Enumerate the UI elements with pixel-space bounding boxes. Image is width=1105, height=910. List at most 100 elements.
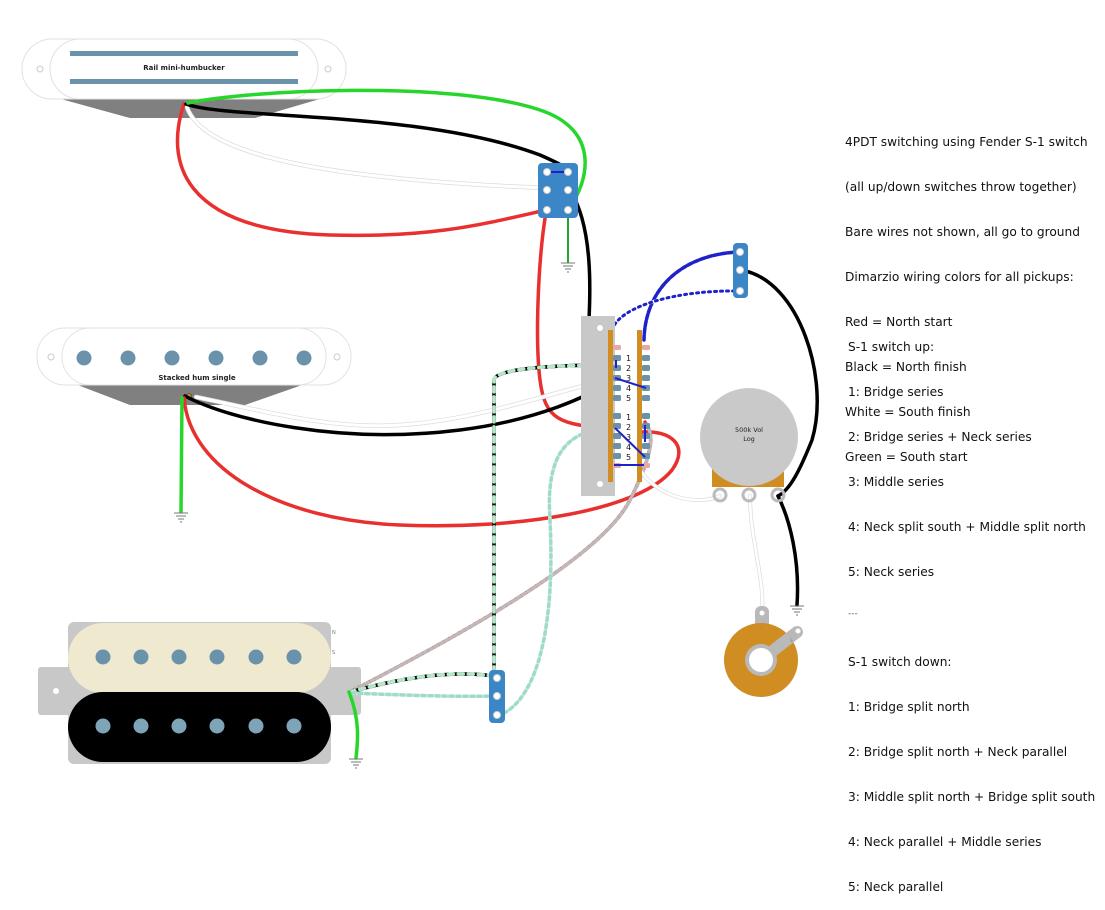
- note-title: 4PDT switching using Fender S-1 switch: [845, 135, 1088, 149]
- wire-rail-red: [175, 102, 548, 238]
- ground-icon: [349, 758, 363, 769]
- switch-up-position: 3: Middle series: [848, 475, 944, 489]
- pole-piece: [120, 350, 136, 366]
- ground-icon: [790, 605, 804, 616]
- lug: [642, 345, 650, 350]
- humbucker-n-label: N: [332, 630, 336, 636]
- lug: [613, 453, 621, 459]
- lug: [613, 413, 621, 419]
- jack-hole: [749, 648, 773, 672]
- screw-pole: [248, 649, 264, 665]
- position-number: 4: [626, 443, 631, 452]
- s1-contact-bar-left: [608, 330, 613, 482]
- pole-piece: [252, 350, 268, 366]
- lug: [736, 266, 744, 274]
- slug-pole: [95, 718, 111, 734]
- wire-blue-switch-to-tab: [642, 250, 740, 342]
- lug: [642, 395, 650, 401]
- lug: [543, 206, 551, 214]
- switch-down-position: 4: Neck parallel + Middle series: [848, 835, 1042, 849]
- lug: [493, 692, 501, 700]
- s1-mount-hole: [597, 481, 603, 487]
- mini-switch-rail: [538, 163, 578, 218]
- switch-up-position: 2: Bridge series + Neck series: [848, 430, 1032, 444]
- s1-position-numbers: 1 2 3 4 5 1 2 3 4 5: [626, 354, 631, 462]
- wire-hb-white-green: [350, 691, 498, 699]
- output-jack: T S: [724, 606, 803, 697]
- rail-mount-hole-right: [324, 65, 332, 73]
- note-line: Dimarzio wiring colors for all pickups:: [845, 270, 1074, 284]
- position-number: 5: [626, 394, 631, 403]
- position-number: 4: [626, 384, 631, 393]
- slug-pole: [133, 718, 149, 734]
- switch-up-title: S-1 switch up:: [848, 340, 935, 354]
- switch-down-position: 2: Bridge split north + Neck parallel: [848, 745, 1068, 759]
- position-number: 3: [626, 374, 631, 383]
- lug: [613, 443, 621, 449]
- lug: [613, 345, 621, 350]
- slug-pole: [209, 718, 225, 734]
- screw-pole: [133, 649, 149, 665]
- s1-contact-bar-right: [637, 330, 642, 482]
- lug: [613, 423, 621, 429]
- position-number: 1: [626, 354, 631, 363]
- s1-switch: 1 2 3 4 5 1 2 3 4 5: [581, 316, 650, 496]
- position-number: 3: [626, 433, 631, 442]
- switch-positions-notes: S-1 switch up: 1: Bridge series 2: Bridg…: [848, 310, 1095, 910]
- lug: [564, 206, 572, 214]
- wire-switch-to-pot: [638, 468, 722, 502]
- screw-pole: [95, 649, 111, 665]
- lug: [642, 443, 650, 449]
- lug: [642, 413, 650, 419]
- lug: [613, 395, 621, 401]
- pot-label-taper: Log: [743, 435, 755, 443]
- humbucker-mount-hole: [53, 688, 59, 694]
- separator: ---: [848, 609, 858, 619]
- jack-sleeve-hole: [795, 628, 801, 634]
- lug: [736, 287, 744, 295]
- rail-pickup-label: Rail mini-humbucker: [143, 64, 225, 72]
- stacked-mount-hole-left: [47, 353, 55, 361]
- stacked-pickup-label: Stacked hum single: [158, 374, 236, 382]
- lug: [493, 711, 501, 719]
- stacked-hum-single: Stacked hum single: [36, 327, 352, 405]
- note-line: (all up/down switches throw together): [845, 180, 1077, 194]
- output-tab-switch: [733, 243, 748, 298]
- lug: [543, 186, 551, 194]
- position-number: 2: [626, 364, 631, 373]
- lug: [613, 385, 621, 391]
- ground-icon: [174, 512, 188, 523]
- note-line: Bare wires not shown, all go to ground: [845, 225, 1080, 239]
- rail-mount-hole-left: [36, 65, 44, 73]
- jack-tip-hole: [759, 610, 765, 616]
- screw-pole: [171, 649, 187, 665]
- position-number: 2: [626, 423, 631, 432]
- switch-up-position: 1: Bridge series: [848, 385, 944, 399]
- volume-pot: 500k Vol Log: [700, 388, 798, 503]
- lug: [736, 248, 744, 256]
- lug: [564, 186, 572, 194]
- switch-down-position: 3: Middle split north + Bridge split sou…: [848, 790, 1096, 804]
- lug: [642, 375, 650, 381]
- bridge-humbucker: N S: [38, 622, 361, 764]
- position-number: 5: [626, 453, 631, 462]
- screw-pole: [209, 649, 225, 665]
- wire-pot-ground: [776, 494, 800, 607]
- rail-blade-bottom: [70, 79, 298, 84]
- ground-icon: [561, 262, 575, 273]
- slug-pole: [286, 718, 302, 734]
- lug: [493, 674, 501, 682]
- switch-down-title: S-1 switch down:: [848, 655, 952, 669]
- lug: [543, 168, 551, 176]
- stacked-mount-hole-right: [333, 353, 341, 361]
- pole-piece: [164, 350, 180, 366]
- pot-label-value: 500k Vol: [735, 426, 763, 434]
- position-number: 1: [626, 413, 631, 422]
- pole-piece: [76, 350, 92, 366]
- pole-piece: [296, 350, 312, 366]
- wire-stacked-green: [179, 396, 184, 514]
- jack-tip-label: T: [759, 626, 763, 631]
- lug: [642, 355, 650, 361]
- pole-piece: [208, 350, 224, 366]
- rail-blade-top: [70, 51, 298, 56]
